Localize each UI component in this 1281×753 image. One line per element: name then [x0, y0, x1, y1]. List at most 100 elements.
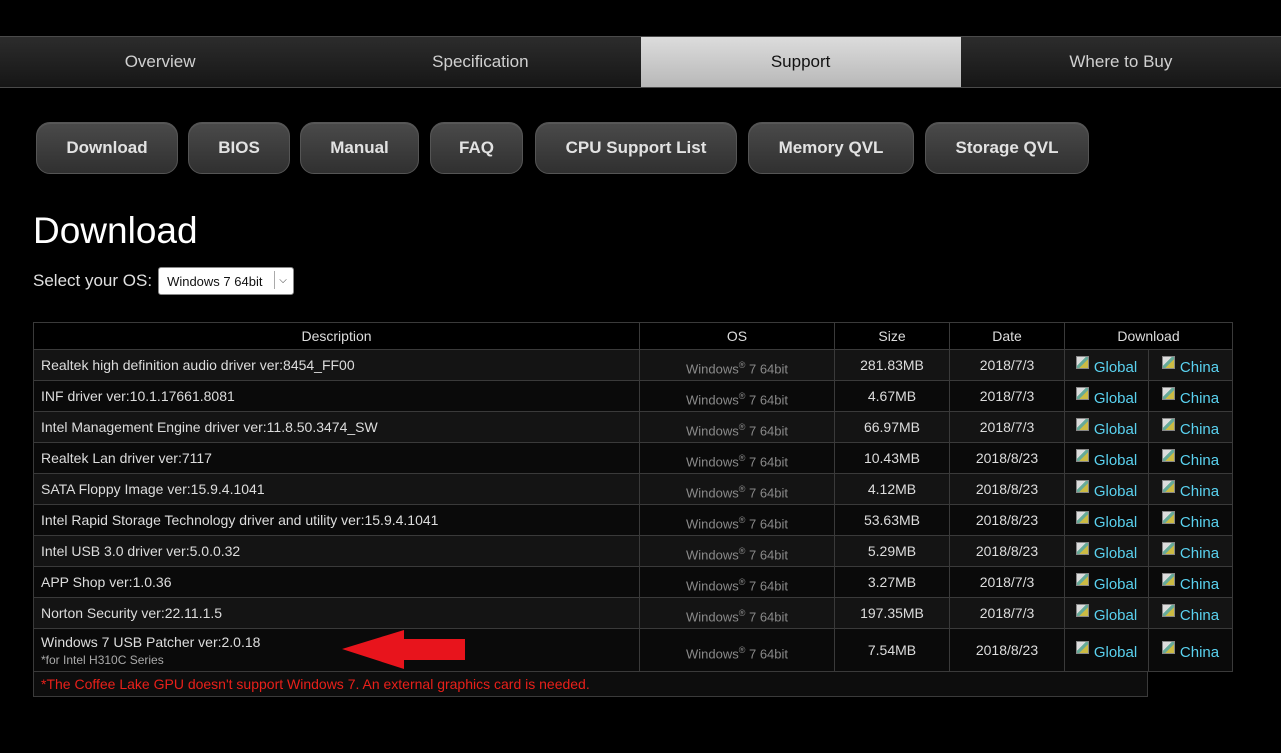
chevron-down-icon[interactable]: ⌵	[274, 271, 291, 289]
download-global-link[interactable]: Global	[1075, 417, 1137, 438]
header-date: Date	[950, 323, 1065, 349]
download-global-link[interactable]: Global	[1075, 479, 1138, 500]
cell-size: 10.43MB	[835, 443, 950, 473]
download-icon	[1075, 386, 1089, 400]
os-text: Windows® 7 64bit	[686, 391, 788, 407]
cell-size: 66.97MB	[835, 412, 950, 442]
cell-description: Intel USB 3.0 driver ver:5.0.0.32	[33, 536, 640, 566]
bios-button[interactable]: BIOS	[188, 122, 290, 174]
cell-download-global: Global	[1065, 443, 1149, 473]
tab-specification[interactable]: Specification	[320, 37, 640, 87]
download-china-link[interactable]: China	[1161, 510, 1219, 531]
cell-size: 4.12MB	[835, 474, 950, 504]
download-china-link[interactable]: China	[1161, 448, 1220, 469]
download-china-link[interactable]: China	[1161, 572, 1219, 593]
global-link-label: Global	[1093, 389, 1138, 407]
download-china-link[interactable]: China	[1161, 417, 1219, 438]
cell-date: 2018/7/3	[950, 412, 1065, 442]
download-china-link[interactable]: China	[1161, 541, 1219, 562]
download-china-link[interactable]: China	[1161, 603, 1220, 624]
cell-date: 2018/7/3	[950, 598, 1065, 628]
cell-date: 2018/8/23	[950, 505, 1065, 535]
os-name: Windows	[685, 646, 739, 662]
os-text: Windows® 7 64bit	[686, 360, 788, 376]
download-global-link[interactable]: Global	[1075, 603, 1138, 624]
memory-qvl-button[interactable]: Memory QVL	[748, 122, 914, 174]
description-wrap: Intel USB 3.0 driver ver:5.0.0.32	[41, 543, 240, 559]
download-china-link[interactable]: China	[1161, 386, 1219, 407]
top-tab-bar: Overview Specification Support Where to …	[0, 36, 1281, 88]
table-row: Intel USB 3.0 driver ver:5.0.0.32 Windows…	[33, 536, 1233, 567]
cell-description: Realtek Lan driver ver:7117	[33, 443, 640, 473]
download-global-link[interactable]: Global	[1075, 386, 1138, 407]
os-select-value: Windows 7 64bit	[167, 273, 263, 289]
cell-os: Windows® 7 64bit	[640, 567, 835, 597]
global-link-label: Global	[1093, 544, 1138, 562]
china-link-label: China	[1179, 643, 1220, 661]
cell-description: Intel Rapid Storage Technology driver an…	[33, 505, 640, 535]
table-row: INF driver ver:10.1.17661.8081 Windows® 7…	[33, 381, 1233, 412]
china-link-label: China	[1179, 451, 1220, 469]
global-link-label: Global	[1093, 513, 1138, 531]
storage-qvl-button[interactable]: Storage QVL	[925, 122, 1089, 174]
download-china-link[interactable]: China	[1161, 640, 1220, 661]
os-select[interactable]: Windows 7 64bit ⌵	[158, 267, 295, 295]
download-china-link[interactable]: China	[1161, 479, 1219, 500]
download-global-link[interactable]: Global	[1075, 640, 1137, 661]
download-global-link[interactable]: Global	[1075, 572, 1137, 593]
download-global-link[interactable]: Global	[1075, 541, 1138, 562]
driver-name: Realtek Lan driver ver:7117	[41, 450, 212, 466]
cell-os: Windows® 7 64bit	[640, 381, 835, 411]
cell-description: Intel Management Engine driver ver:11.8.…	[33, 412, 640, 442]
global-link-label: Global	[1093, 482, 1138, 500]
header-description: Description	[33, 323, 640, 349]
download-icon	[1075, 448, 1089, 462]
manual-button[interactable]: Manual	[300, 122, 419, 174]
os-text: Windows® 7 64bit	[686, 422, 788, 438]
os-name: Windows	[685, 392, 739, 408]
os-name: Windows	[685, 578, 739, 594]
os-text: Windows® 7 64bit	[686, 577, 788, 593]
download-icon	[1075, 603, 1089, 617]
cell-download-china: China	[1149, 505, 1233, 535]
download-icon	[1161, 603, 1175, 617]
table-header: Description OS Size Date Download	[33, 322, 1233, 350]
os-name: Windows	[685, 609, 739, 625]
cell-size: 4.67MB	[835, 381, 950, 411]
os-version: 7 64bit	[745, 361, 789, 377]
description-wrap: Norton Security ver:22.11.1.5	[41, 605, 222, 621]
tab-where-to-buy[interactable]: Where to Buy	[961, 37, 1281, 87]
cell-size: 197.35MB	[835, 598, 950, 628]
download-global-link[interactable]: Global	[1075, 448, 1137, 469]
download-icon	[1075, 355, 1089, 369]
description-wrap: APP Shop ver:1.0.36	[41, 574, 172, 590]
cell-download-china: China	[1149, 412, 1233, 442]
download-icon	[1075, 572, 1089, 586]
faq-button[interactable]: FAQ	[430, 122, 523, 174]
global-link-label: Global	[1093, 606, 1138, 624]
download-global-link[interactable]: Global	[1075, 355, 1137, 376]
tab-support[interactable]: Support	[640, 37, 961, 87]
tab-overview[interactable]: Overview	[0, 37, 320, 87]
download-icon	[1075, 479, 1089, 493]
download-icon	[1075, 541, 1089, 555]
cell-os: Windows® 7 64bit	[640, 412, 835, 442]
download-china-link[interactable]: China	[1161, 355, 1220, 376]
table-body: Realtek high definition audio driver ver…	[33, 350, 1233, 672]
os-version: 7 64bit	[745, 609, 789, 625]
os-name: Windows	[685, 454, 739, 470]
cell-os: Windows® 7 64bit	[640, 443, 835, 473]
download-global-link[interactable]: Global	[1075, 510, 1138, 531]
table-row: SATA Floppy Image ver:15.9.4.1041 Windows…	[33, 474, 1233, 505]
cell-description: INF driver ver:10.1.17661.8081	[33, 381, 640, 411]
cell-download-global: Global	[1065, 567, 1149, 597]
os-name: Windows	[685, 485, 739, 501]
china-link-label: China	[1179, 606, 1220, 624]
description-wrap: Windows 7 USB Patcher ver:2.0.18 *for Int…	[41, 634, 260, 667]
china-link-label: China	[1179, 358, 1220, 376]
cpu-support-list-button[interactable]: CPU Support List	[535, 122, 737, 174]
os-text: Windows® 7 64bit	[686, 484, 788, 500]
driver-name: Intel Rapid Storage Technology driver an…	[41, 512, 439, 528]
download-button[interactable]: Download	[36, 122, 178, 174]
cell-date: 2018/8/23	[950, 629, 1065, 671]
